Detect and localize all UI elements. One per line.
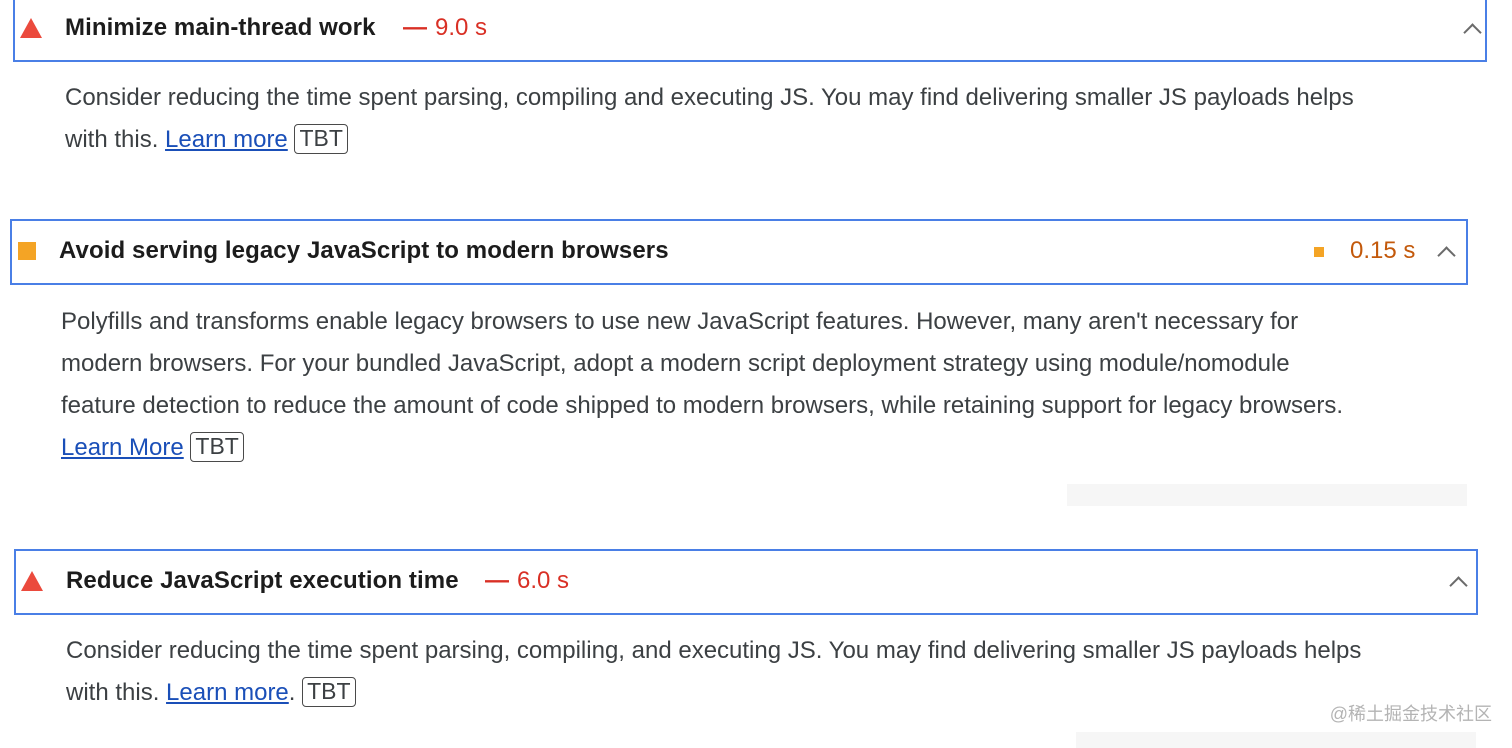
description-line: with this. (66, 679, 160, 706)
chevron-up-icon[interactable] (1437, 246, 1456, 265)
chevron-up-icon[interactable] (1449, 576, 1468, 595)
collapsed-details-placeholder (1076, 732, 1476, 748)
learn-more-link[interactable]: Learn more (166, 679, 289, 706)
collapsed-details-placeholder (1067, 484, 1467, 506)
value-separator: — (485, 567, 509, 594)
audit-title: Minimize main-thread work (65, 14, 376, 41)
audit-description-javascript-execution-time: Consider reducing the time spent parsing… (66, 630, 1361, 714)
metric-tag-tbt: TBT (294, 123, 348, 154)
audit-display-value: 9.0 s (435, 14, 488, 41)
average-square-icon (1314, 247, 1324, 257)
audit-header-legacy-javascript[interactable]: Avoid serving legacy JavaScript to moder… (10, 219, 1468, 285)
audit-display-value: 0.15 s (1350, 237, 1416, 264)
description-line: with this. (65, 126, 159, 153)
average-square-icon (18, 242, 36, 260)
description-line: Consider reducing the time spent parsing… (66, 637, 1362, 664)
description-line-last: with this. Learn more. TBT (66, 672, 1361, 714)
description-line: Polyfills and transforms enable legacy b… (61, 308, 1299, 335)
description-line-last: with this. Learn more TBT (65, 119, 1354, 161)
lighthouse-diagnostics-panel: Minimize main-thread work — 9.0 s Consid… (0, 0, 1512, 748)
description-line: Consider reducing the time spent parsing… (65, 84, 1354, 111)
warning-triangle-icon (21, 571, 43, 591)
audit-header-javascript-execution-time[interactable]: Reduce JavaScript execution time — 6.0 s (14, 549, 1478, 615)
audit-header-main-thread-work[interactable]: Minimize main-thread work — 9.0 s (13, 0, 1487, 62)
value-separator: — (403, 14, 427, 41)
audit-description-main-thread-work: Consider reducing the time spent parsing… (65, 77, 1354, 161)
chevron-up-icon[interactable] (1463, 23, 1482, 42)
audit-title: Avoid serving legacy JavaScript to moder… (59, 237, 669, 264)
learn-more-link[interactable]: Learn more (165, 126, 288, 153)
warning-triangle-icon (20, 18, 42, 38)
metric-tag-tbt: TBT (302, 676, 356, 707)
metric-tag-tbt: TBT (190, 431, 244, 462)
audit-display-value: 6.0 s (517, 567, 570, 594)
audit-description-legacy-javascript: Polyfills and transforms enable legacy b… (61, 301, 1343, 469)
learn-more-link[interactable]: Learn More (61, 434, 184, 461)
description-line: modern browsers. For your bundled JavaSc… (61, 350, 1290, 377)
description-line-last: Learn More TBT (61, 427, 1343, 469)
link-period: . (288, 679, 296, 706)
description-line: feature detection to reduce the amount o… (61, 392, 1344, 419)
site-watermark: @稀土掘金技术社区 (1329, 704, 1492, 724)
audit-title: Reduce JavaScript execution time (66, 567, 459, 594)
